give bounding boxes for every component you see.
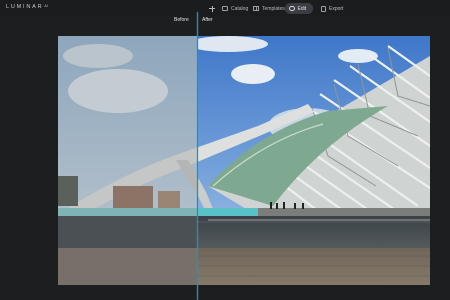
export-icon: [321, 5, 326, 12]
edit-icon: [289, 5, 295, 12]
photo-canvas[interactable]: [58, 36, 430, 285]
tab-edit[interactable]: Edit: [285, 3, 313, 14]
before-after-divider[interactable]: [197, 12, 198, 300]
tab-edit-label: Edit: [297, 5, 307, 12]
before-label: Before: [174, 17, 189, 23]
tab-export-label: Export: [329, 5, 344, 12]
tab-templates-label: Templates: [262, 5, 285, 12]
app-logo: LUMINARAI: [6, 4, 48, 10]
top-toolbar: LUMINARAI Catalog Templates Edit Export: [0, 0, 450, 17]
templates-icon: [253, 6, 259, 11]
logo-superscript: AI: [44, 4, 48, 8]
architecture-photo: [58, 36, 430, 285]
after-label: After: [202, 17, 213, 23]
tab-export[interactable]: Export: [317, 3, 347, 14]
tab-catalog-label: Catalog: [231, 5, 249, 12]
plus-icon: [209, 5, 215, 12]
tab-catalog[interactable]: Catalog: [218, 3, 252, 14]
logo-text: LUMINAR: [6, 4, 44, 10]
tab-templates[interactable]: Templates: [249, 3, 289, 14]
catalog-icon: [222, 6, 228, 11]
add-button[interactable]: [205, 3, 219, 14]
